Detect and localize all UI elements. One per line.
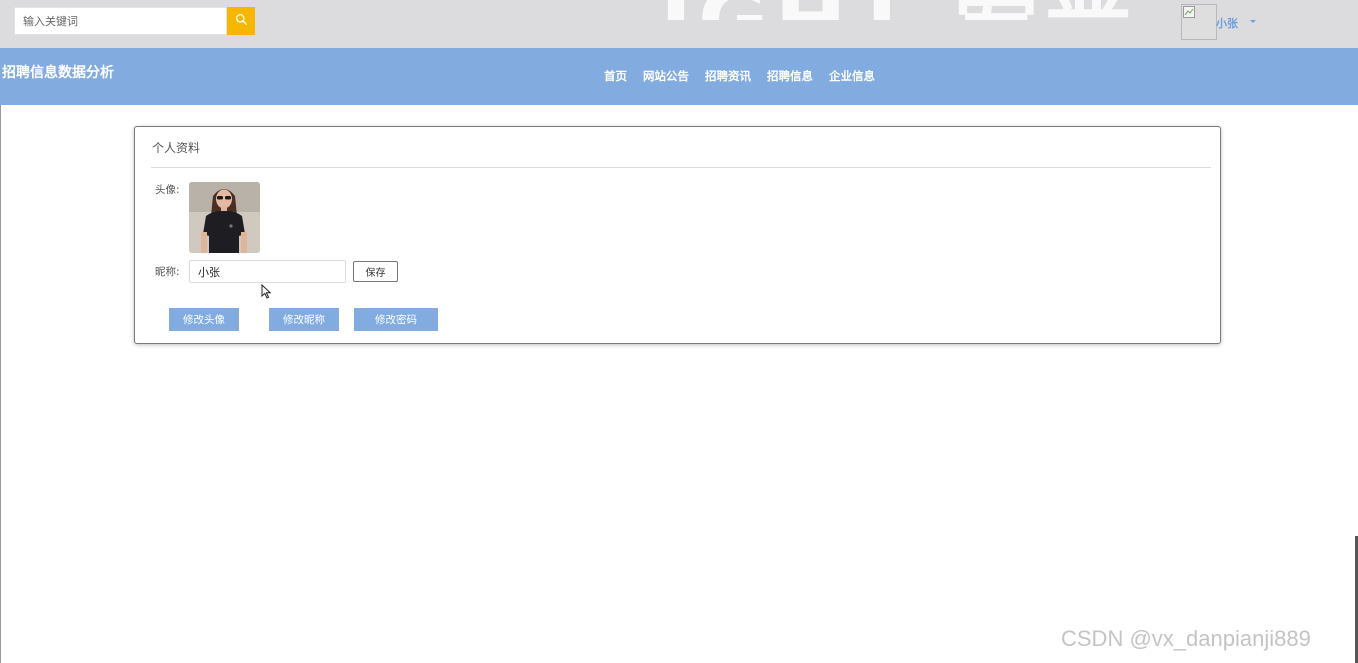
avatar-label: 头像: <box>155 184 180 196</box>
nav-item-announcements[interactable]: 网站公告 <box>643 68 689 84</box>
nav-bar: 招聘信息数据分析 首页 网站公告 招聘资讯 招聘信息 企业信息 <box>0 48 1358 105</box>
change-password-button[interactable]: 修改密码 <box>354 308 438 331</box>
mouse-cursor-icon <box>261 283 272 303</box>
profile-card: 个人资料 头像: 昵称: 保存 修改头像 修改昵称 修改密码 <box>134 126 1221 344</box>
watermark: CSDN @vx_danpianji889 <box>1061 626 1311 651</box>
nickname-label: 昵称: <box>155 266 180 278</box>
nav-item-job-info[interactable]: 招聘信息 <box>767 68 813 84</box>
change-avatar-button[interactable]: 修改头像 <box>169 308 239 331</box>
user-avatar[interactable] <box>1181 4 1217 40</box>
top-bar: IGHT 爱普 小张 <box>0 0 1358 48</box>
save-button[interactable]: 保存 <box>353 261 398 282</box>
nav-item-recruitment-news[interactable]: 招聘资讯 <box>705 68 751 84</box>
user-name[interactable]: 小张 <box>1216 15 1238 31</box>
background-logo: IGHT 爱普 <box>660 0 1200 20</box>
window-edge <box>0 105 1 663</box>
nav-item-company-info[interactable]: 企业信息 <box>829 68 875 84</box>
search-input[interactable] <box>14 7 227 35</box>
nav-item-home[interactable]: 首页 <box>604 68 627 84</box>
search-icon <box>235 13 248 29</box>
chevron-down-icon[interactable] <box>1250 20 1256 23</box>
nickname-input[interactable] <box>189 260 346 283</box>
nav-menu: 首页 网站公告 招聘资讯 招聘信息 企业信息 <box>596 68 883 84</box>
search-button[interactable] <box>227 7 255 35</box>
divider <box>151 167 1211 168</box>
change-nickname-button[interactable]: 修改昵称 <box>269 308 339 331</box>
search-bar <box>14 7 255 35</box>
avatar-image <box>189 182 260 253</box>
card-title: 个人资料 <box>152 141 201 155</box>
site-title: 招聘信息数据分析 <box>2 65 114 81</box>
